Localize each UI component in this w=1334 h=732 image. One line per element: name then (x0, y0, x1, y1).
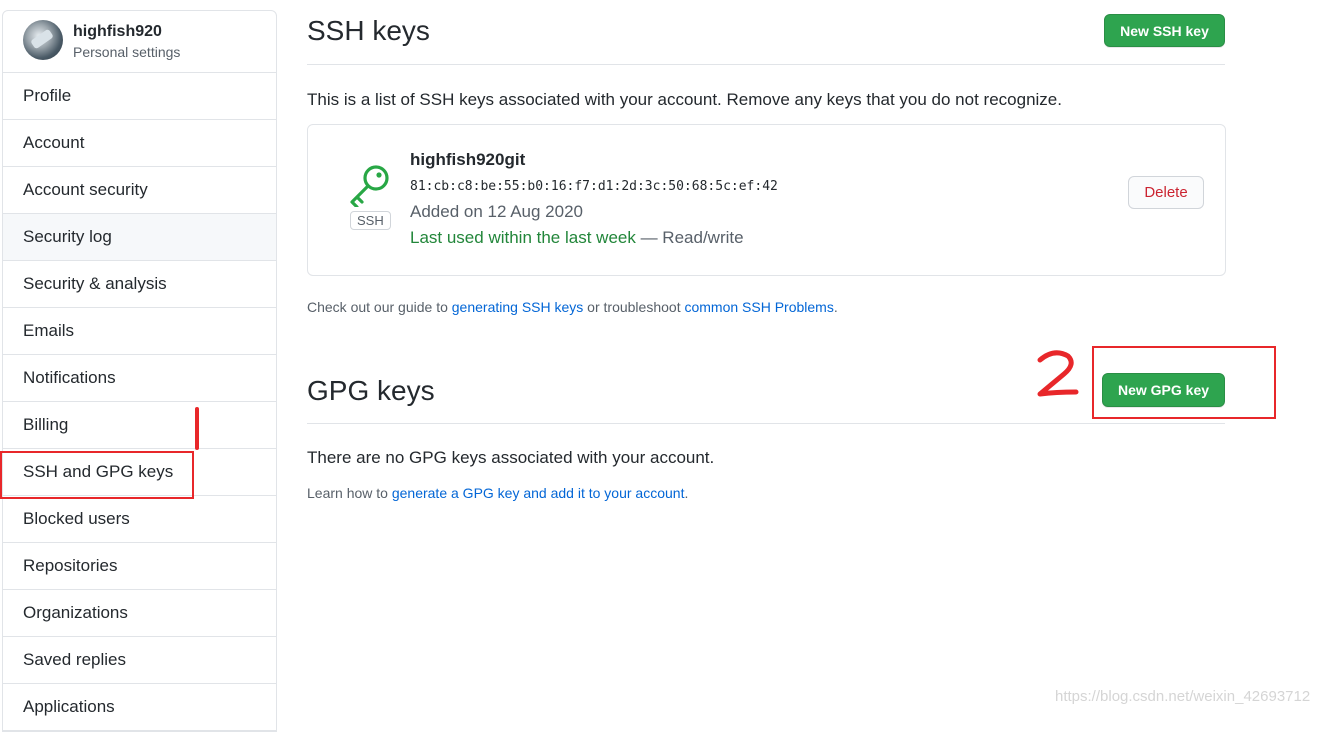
gpg-keys-title: GPG keys (307, 375, 435, 406)
sidebar-item-billing[interactable]: Billing (3, 402, 276, 449)
ssh-section-header: SSH keys New SSH key (307, 0, 1225, 65)
ssh-keys-title: SSH keys (307, 15, 430, 46)
ssh-badge: SSH (350, 211, 391, 230)
sidebar-item-emails[interactable]: Emails (3, 308, 276, 355)
learn-suffix: . (684, 485, 689, 501)
guide-prefix: Check out our guide to (307, 299, 452, 315)
delete-ssh-key-button[interactable]: Delete (1128, 176, 1204, 209)
ssh-guide-text: Check out our guide to generating SSH ke… (307, 299, 838, 315)
sidebar-item-organizations[interactable]: Organizations (3, 590, 276, 637)
sidebar-item-security-analysis[interactable]: Security & analysis (3, 261, 276, 308)
guide-mid: or troubleshoot (583, 299, 685, 315)
key-icon (350, 165, 389, 207)
annotation-box-ssh-gpg (0, 451, 194, 499)
new-ssh-key-button[interactable]: New SSH key (1104, 14, 1225, 47)
ssh-key-last-used: Last used within the last week — Read/wr… (410, 228, 744, 248)
personal-settings-label: Personal settings (73, 44, 181, 60)
ssh-key-added-date: Added on 12 Aug 2020 (410, 202, 583, 221)
sidebar-item-security-log[interactable]: Security log (3, 214, 276, 261)
sidebar-item-blocked-users[interactable]: Blocked users (3, 496, 276, 543)
sidebar-item-repositories[interactable]: Repositories (3, 543, 276, 590)
new-gpg-key-button[interactable]: New GPG key (1102, 373, 1225, 407)
last-used-text: Last used within the last week (410, 228, 636, 247)
avatar[interactable] (23, 20, 63, 60)
learn-prefix: Learn how to (307, 485, 392, 501)
access-level: — Read/write (635, 228, 744, 247)
generate-gpg-key-link[interactable]: generate a GPG key and add it to your ac… (392, 485, 685, 501)
annotation-number-one (195, 407, 199, 450)
sidebar-item-notifications[interactable]: Notifications (3, 355, 276, 402)
settings-sidebar: highfish920 Personal settings Profile Ac… (2, 10, 277, 732)
gpg-section-header: GPG keys New GPG key (307, 360, 1225, 424)
common-ssh-problems-link[interactable]: common SSH Problems (684, 299, 833, 315)
ssh-key-name: highfish920git (410, 150, 526, 169)
no-gpg-keys-text: There are no GPG keys associated with yo… (307, 448, 715, 467)
sidebar-item-profile[interactable]: Profile (3, 73, 276, 120)
gpg-learn-text: Learn how to generate a GPG key and add … (307, 485, 688, 501)
sidebar-item-account-security[interactable]: Account security (3, 167, 276, 214)
sidebar-item-saved-replies[interactable]: Saved replies (3, 637, 276, 684)
guide-suffix: . (833, 299, 838, 315)
sidebar-item-applications[interactable]: Applications (3, 684, 276, 731)
ssh-key-item: SSH highfish920git 81:cb:c8:be:55:b0:16:… (307, 124, 1226, 276)
generating-ssh-keys-link[interactable]: generating SSH keys (452, 299, 584, 315)
username[interactable]: highfish920 (73, 23, 162, 41)
ssh-intro-text: This is a list of SSH keys associated wi… (307, 90, 1062, 109)
ssh-key-fingerprint: 81:cb:c8:be:55:b0:16:f7:d1:2d:3c:50:68:5… (410, 179, 778, 194)
watermark: https://blog.csdn.net/weixin_42693712 (1055, 688, 1311, 705)
user-header[interactable]: highfish920 Personal settings (3, 11, 276, 73)
sidebar-item-account[interactable]: Account (3, 120, 276, 167)
